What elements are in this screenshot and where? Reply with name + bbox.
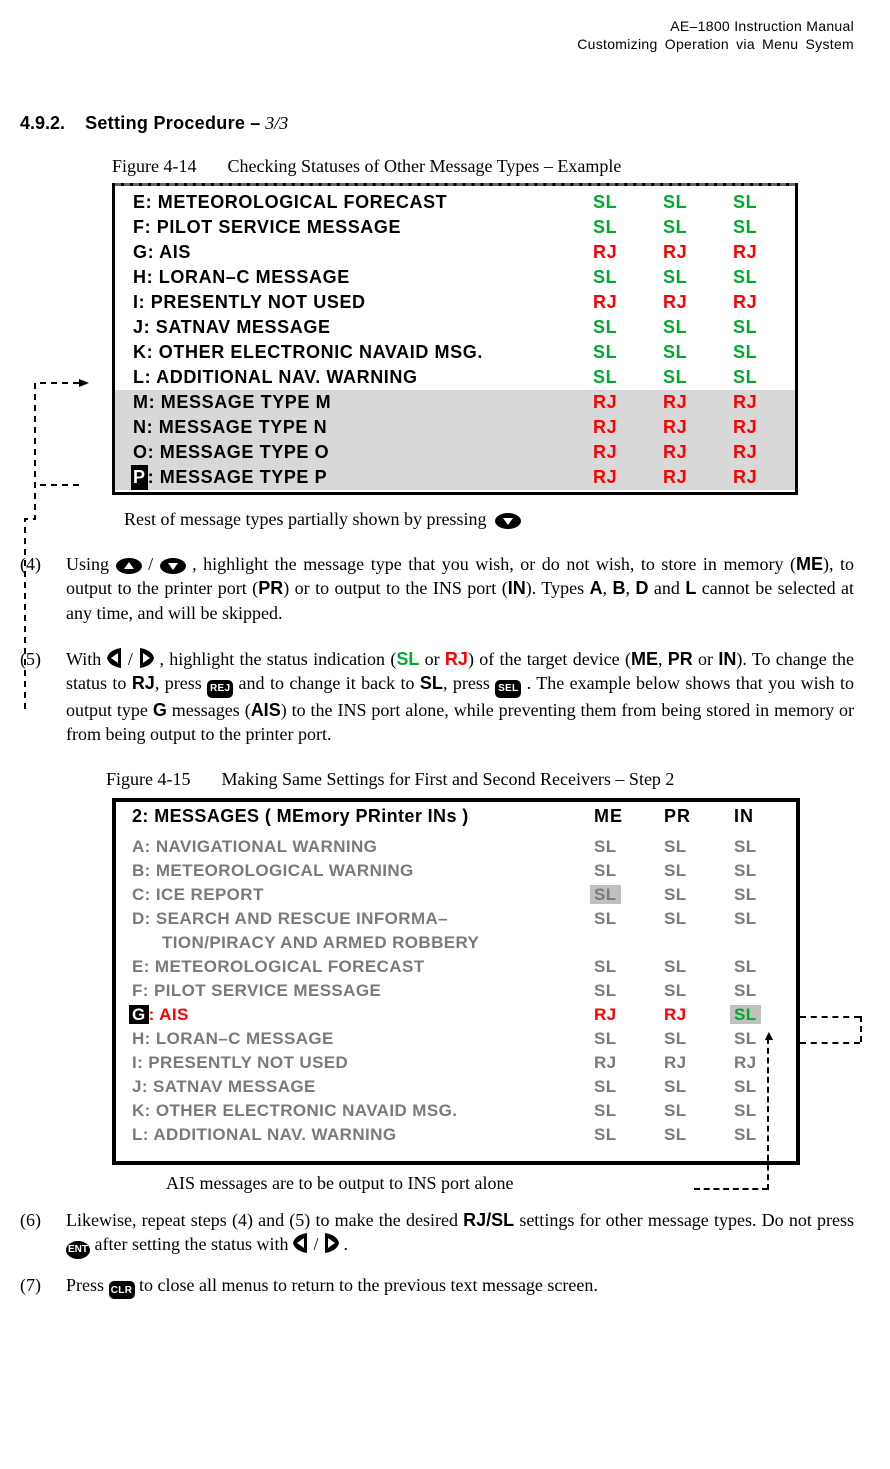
figure-14-row: O: MESSAGE TYPE ORJRJRJ — [115, 440, 795, 465]
figure-14-row: L: ADDITIONAL NAV. WARNINGSLSLSL — [115, 365, 795, 390]
figure-14-panel: E: METEOROLOGICAL FORECASTSLSLSLF: PILOT… — [112, 183, 798, 495]
figure-15-row: B: METEOROLOGICAL WARNINGSLSLSL — [116, 859, 796, 883]
figure-14-row: H: LORAN–C MESSAGESLSLSL — [115, 265, 795, 290]
figure-15-row: E: METEOROLOGICAL FORECASTSLSLSL — [116, 955, 796, 979]
figure-15-row: I: PRESENTLY NOT USEDRJRJRJ — [116, 1051, 796, 1075]
annotation-dash — [694, 1188, 768, 1190]
figure-15-row: K: OTHER ELECTRONIC NAVAID MSG.SLSLSL — [116, 1099, 796, 1123]
arrowhead-icon: ▲ — [762, 1030, 776, 1044]
bracket-side-arrow — [17, 379, 117, 739]
sel-button-icon: SEL — [495, 680, 521, 698]
figure-14-row: G: AISRJRJRJ — [115, 240, 795, 265]
figure-15-annotation: AIS messages are to be output to INS por… — [166, 1173, 854, 1194]
step-6: (6) Likewise, repeat steps (4) and (5) t… — [20, 1208, 854, 1259]
ent-button-icon: ENT — [66, 1241, 90, 1259]
right-arrow-icon — [138, 648, 154, 668]
figure-15-row-cont: TION/PIRACY AND ARMED ROBBERY — [116, 931, 796, 955]
header-line-1: AE–1800 Instruction Manual — [20, 18, 854, 36]
down-arrow-icon — [495, 513, 521, 529]
figure-15-row: D: SEARCH AND RESCUE INFORMA–SLSLSL — [116, 907, 796, 931]
figure-14-caption: Figure 4-14 Checking Statuses of Other M… — [112, 156, 854, 177]
figure-15-row: G: AISRJRJSL — [116, 1003, 796, 1027]
figure-14-row: P: MESSAGE TYPE PRJRJRJ — [115, 465, 795, 490]
left-arrow-icon — [293, 1233, 309, 1253]
section-title-text: Setting Procedure — [85, 113, 245, 133]
figure-14-row: M: MESSAGE TYPE MRJRJRJ — [115, 390, 795, 415]
figure-15-row: J: SATNAV MESSAGESLSLSL — [116, 1075, 796, 1099]
figure-15-header: 2: MESSAGES ( MEmory PRinter INs ) ME PR… — [116, 802, 796, 829]
page-header: AE–1800 Instruction Manual Customizing O… — [20, 18, 854, 53]
figure-15-panel: 2: MESSAGES ( MEmory PRinter INs ) ME PR… — [112, 798, 800, 1165]
annotation-dash — [860, 1016, 862, 1042]
down-arrow-icon — [160, 558, 186, 574]
clr-button-icon: CLR — [109, 1281, 135, 1299]
figure-14-row: E: METEOROLOGICAL FORECASTSLSLSL — [115, 190, 795, 215]
figure-15-caption: Figure 4-15 Making Same Settings for Fir… — [106, 769, 854, 790]
annotation-dash — [800, 1042, 860, 1044]
annotation-dash — [800, 1016, 860, 1018]
figure-15-row: C: ICE REPORTSLSLSL — [116, 883, 796, 907]
figure-14-row: J: SATNAV MESSAGESLSLSL — [115, 315, 795, 340]
rej-button-icon: REJ — [207, 680, 233, 698]
up-arrow-icon — [116, 558, 142, 574]
annotation-dash — [767, 1038, 769, 1190]
figure-15-row: L: ADDITIONAL NAV. WARNINGSLSLSL — [116, 1123, 796, 1147]
figure-14-row: I: PRESENTLY NOT USEDRJRJRJ — [115, 290, 795, 315]
figure-15-row: H: LORAN–C MESSAGESLSLSL — [116, 1027, 796, 1051]
section-heading: 4.9.2. Setting Procedure – 3/3 — [20, 113, 854, 134]
step-7: (7) Press CLR to close all menus to retu… — [20, 1273, 854, 1300]
header-line-2: Customizing Operation via Menu System — [20, 36, 854, 54]
figure-15-row: F: PILOT SERVICE MESSAGESLSLSL — [116, 979, 796, 1003]
rest-of-types-note: Rest of message types partially shown by… — [124, 509, 854, 530]
section-number: 4.9.2. — [20, 113, 65, 133]
section-page-frac: 3/3 — [265, 113, 288, 133]
figure-14-row: K: OTHER ELECTRONIC NAVAID MSG.SLSLSL — [115, 340, 795, 365]
figure-14-row: N: MESSAGE TYPE NRJRJRJ — [115, 415, 795, 440]
figure-15-row: A: NAVIGATIONAL WARNINGSLSLSL — [116, 835, 796, 859]
step-4: (4) Using / , highlight the message type… — [20, 552, 854, 625]
right-arrow-icon — [323, 1233, 339, 1253]
step-5: (5) With / , highlight the status indica… — [20, 647, 854, 747]
figure-14-row: F: PILOT SERVICE MESSAGESLSLSL — [115, 215, 795, 240]
